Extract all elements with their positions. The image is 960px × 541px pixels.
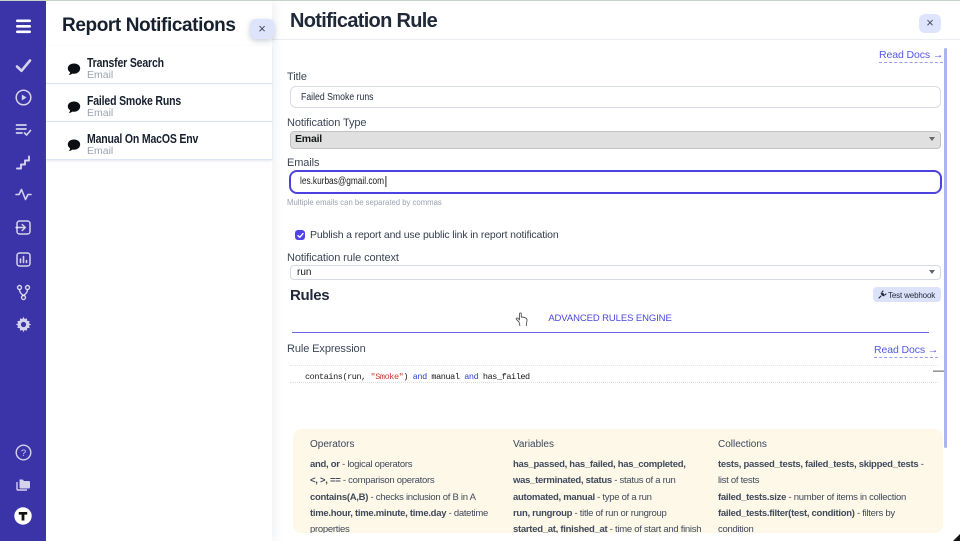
svg-text:?: ? bbox=[20, 448, 25, 459]
